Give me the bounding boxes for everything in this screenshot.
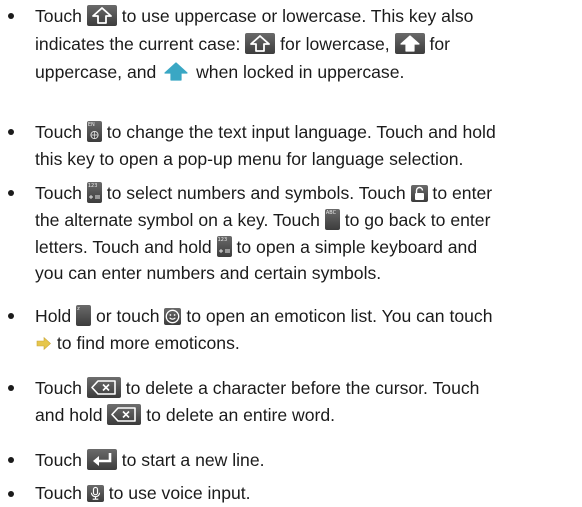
text-line: this key to open a pop-up menu for langu…	[35, 149, 463, 169]
emoticon-icon	[164, 308, 182, 325]
text-line: Touch to start a new line.	[35, 449, 265, 470]
text-run: to use voice input.	[103, 483, 251, 503]
text-run: to open a simple keyboard and	[231, 237, 478, 257]
text-run: uppercase, and	[35, 62, 162, 82]
text-line: Touch EN to change the text input langua…	[35, 121, 496, 142]
shift-outline-icon	[86, 5, 117, 26]
text-line: Touch to use voice input.	[35, 483, 251, 503]
language-key-icon: EN	[86, 121, 102, 142]
text-run: to enter	[427, 183, 493, 203]
text-line: to find more emoticons.	[35, 333, 240, 353]
bullet-dot	[8, 313, 14, 319]
text-run: the alternate symbol on a key. Touch	[35, 210, 325, 230]
text-line: Touch 123 to select numbers and symbols.…	[35, 182, 492, 203]
arrow-right-icon	[35, 335, 52, 352]
alt-lock-icon	[410, 185, 428, 202]
shift-locked-icon	[161, 61, 191, 82]
shift-outline-icon	[245, 33, 276, 54]
text-run: indicates the current case:	[35, 34, 246, 54]
text-run: to delete a character before the cursor.…	[120, 378, 480, 398]
text-line: you can enter numbers and certain symbol…	[35, 263, 381, 283]
text-line: and hold to delete an entire word.	[35, 404, 335, 425]
delete-key-icon	[86, 377, 121, 398]
delete-key-icon	[107, 404, 142, 425]
text-run: you can enter numbers and certain symbol…	[35, 263, 382, 283]
text-run: to start a new line.	[116, 450, 265, 470]
abc-key-icon: ABC	[324, 209, 340, 230]
text-run: to delete an entire word.	[141, 405, 336, 425]
bullet-dot	[8, 13, 14, 19]
microphone-icon	[86, 485, 104, 502]
text-run: this key to open a pop-up menu for langu…	[35, 149, 464, 169]
z-key-icon: z	[76, 305, 92, 326]
text-line: Touch to delete a character before the c…	[35, 377, 479, 398]
text-run: letters. Touch and hold	[35, 237, 217, 257]
text-line: the alternate symbol on a key. Touch ABC…	[35, 209, 490, 230]
text-run: and hold	[35, 405, 108, 425]
bullet-dot	[8, 457, 14, 463]
abc-key-legend: ABC	[325, 210, 337, 216]
text-run: Touch	[35, 378, 87, 398]
text-run: to open an emoticon list. You can touch	[181, 306, 493, 326]
text-line: Touch to use uppercase or lowercase. Thi…	[35, 5, 473, 26]
text-run: to find more emoticons.	[52, 333, 240, 353]
text-line: uppercase, and when locked in uppercase.	[35, 61, 404, 82]
text-run: when locked in uppercase.	[191, 62, 405, 82]
text-run: for	[424, 34, 450, 54]
shift-filled-icon	[394, 33, 425, 54]
bullet-dot	[8, 190, 14, 196]
text-line: indicates the current case: for lowercas…	[35, 33, 450, 54]
text-run: to select numbers and symbols. Touch	[101, 183, 411, 203]
symbols-key-icon: 123	[86, 182, 102, 203]
bullet-dot	[8, 129, 14, 135]
text-run: for lowercase,	[275, 34, 395, 54]
bullet-dot	[8, 385, 14, 391]
keyboard-help-page: Touch to use uppercase or lowercase. Thi…	[0, 0, 582, 507]
text-line: letters. Touch and hold 123 to open a si…	[35, 236, 477, 257]
text-run: to go back to enter	[339, 210, 491, 230]
z-key-legend: z	[77, 306, 80, 312]
text-run: Touch	[35, 6, 87, 26]
symbols-key-icon: 123	[216, 236, 232, 257]
bullet-dot	[8, 491, 14, 497]
enter-key-icon	[86, 449, 117, 470]
text-line: Hold z or touch to open an emoticon list…	[35, 305, 492, 326]
text-run: or touch	[91, 306, 165, 326]
text-run: Hold	[35, 306, 77, 326]
text-run: to change the text input language. Touch…	[101, 122, 496, 142]
text-run: Touch	[35, 483, 87, 503]
text-run: Touch	[35, 183, 87, 203]
text-run: Touch	[35, 450, 87, 470]
text-run: Touch	[35, 122, 87, 142]
text-run: to use uppercase or lowercase. This key …	[116, 6, 474, 26]
